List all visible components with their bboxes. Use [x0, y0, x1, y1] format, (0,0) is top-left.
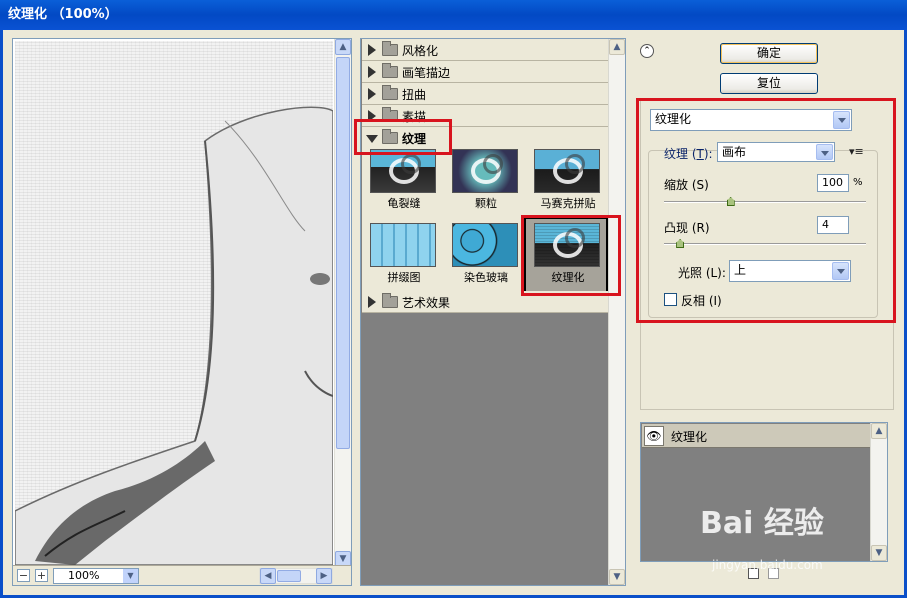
- preview-vertical-scrollbar[interactable]: ▲ ▼: [334, 39, 351, 567]
- knot-shape: [401, 154, 421, 174]
- h-scroll-thumb[interactable]: [277, 570, 301, 582]
- expand-arrow-icon: [368, 296, 376, 308]
- category-distort[interactable]: 扭曲: [362, 83, 608, 105]
- window-title-bar: 纹理化 （100%）: [0, 0, 907, 30]
- filter-label[interactable]: 龟裂缝: [364, 195, 444, 211]
- filter-thumb-grain[interactable]: [452, 149, 518, 193]
- filter-thumb-stained-glass[interactable]: [452, 223, 518, 267]
- knot-shape: [483, 154, 503, 174]
- expand-arrow-icon: [368, 66, 376, 78]
- preview-zoom-bar: − + 100% ▼ ◀ ▶: [13, 565, 351, 585]
- filter-label[interactable]: 染色玻璃: [446, 269, 526, 285]
- scroll-up-arrow-icon[interactable]: ▲: [609, 39, 625, 55]
- folder-icon: [382, 85, 398, 100]
- folder-icon: [382, 293, 398, 308]
- preview-image[interactable]: [15, 41, 333, 565]
- preview-panel: ▲ ▼ − + 100% ▼ ◀ ▶: [12, 38, 352, 586]
- highlight-texturizer-filter: [521, 215, 621, 296]
- sketch-portrait: [15, 106, 333, 565]
- zoom-in-button[interactable]: +: [35, 569, 48, 582]
- scroll-thumb[interactable]: [336, 57, 350, 449]
- ok-button[interactable]: 确定: [720, 43, 818, 64]
- layer-row[interactable]: 👁 纹理化: [642, 424, 870, 448]
- gallery-scrollbar[interactable]: ▲ ▼: [608, 39, 625, 585]
- zoom-value: 100%: [68, 569, 100, 582]
- window-title: 纹理化 （100%）: [8, 7, 118, 22]
- preview-horizontal-scrollbar[interactable]: ◀ ▶: [259, 568, 333, 584]
- zoom-select[interactable]: 100% ▼: [53, 568, 139, 584]
- zoom-out-button[interactable]: −: [17, 569, 30, 582]
- filter-thumb-mosaic-tiles[interactable]: [534, 149, 600, 193]
- category-stylize[interactable]: 风格化: [362, 39, 608, 61]
- highlight-texture-category: [354, 119, 452, 155]
- filter-label[interactable]: 马赛克拼贴: [528, 195, 608, 211]
- layers-scrollbar[interactable]: ▲ ▼: [870, 423, 887, 561]
- filter-thumb-craquelure[interactable]: [370, 149, 436, 193]
- baidu-watermark-logo: Bai 经验: [700, 506, 824, 541]
- scroll-right-arrow-icon[interactable]: ▶: [316, 568, 332, 584]
- reset-button[interactable]: 复位: [720, 73, 818, 94]
- chevron-down-icon: ▼: [123, 569, 138, 583]
- collapse-gallery-icon[interactable]: ⌃: [640, 44, 654, 58]
- knot-shape: [565, 154, 585, 174]
- baidu-watermark-url: jingyan.baidu.com: [712, 558, 823, 572]
- folder-icon: [382, 41, 398, 56]
- filter-thumb-patchwork[interactable]: [370, 223, 436, 267]
- filter-label[interactable]: 颗粒: [446, 195, 526, 211]
- folder-icon: [382, 63, 398, 78]
- scroll-down-arrow-icon[interactable]: ▼: [871, 545, 887, 561]
- category-brush-strokes[interactable]: 画笔描边: [362, 61, 608, 83]
- expand-arrow-icon: [368, 44, 376, 56]
- expand-arrow-icon: [368, 88, 376, 100]
- scroll-up-arrow-icon[interactable]: ▲: [335, 39, 351, 55]
- layer-name: 纹理化: [671, 430, 708, 444]
- scroll-left-arrow-icon[interactable]: ◀: [260, 568, 276, 584]
- highlight-settings-panel: [636, 98, 896, 323]
- scroll-down-arrow-icon[interactable]: ▼: [609, 569, 625, 585]
- scroll-up-arrow-icon[interactable]: ▲: [871, 423, 887, 439]
- eye-icon[interactable]: 👁: [644, 426, 664, 446]
- filter-label[interactable]: 拼缀图: [364, 269, 444, 285]
